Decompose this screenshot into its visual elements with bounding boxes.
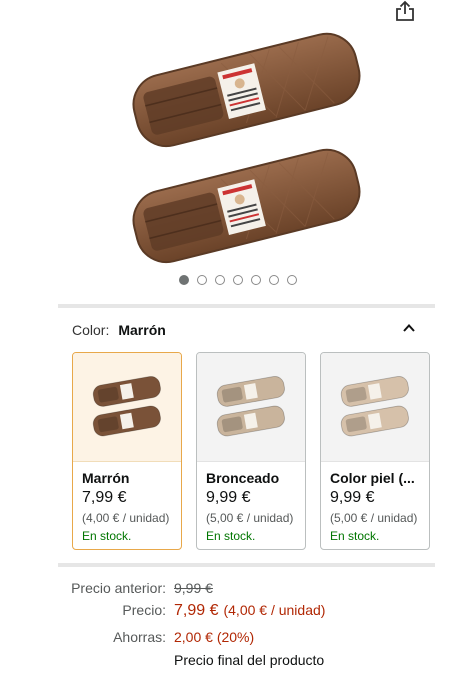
color-option-image (321, 353, 429, 461)
color-option-stock: En stock. (206, 529, 256, 543)
color-option-stock: En stock. (330, 529, 380, 543)
selected-color: Marrón (118, 322, 166, 338)
carousel-dot[interactable] (214, 275, 225, 285)
share-button[interactable] (393, 0, 417, 22)
share-icon (396, 0, 414, 21)
color-option[interactable]: Bronceado 9,99 € (5,00 € / unidad) En stock… (196, 352, 306, 550)
image-carousel-dots[interactable] (0, 275, 475, 285)
product-image[interactable] (118, 26, 373, 266)
color-option-name: Marrón (82, 470, 130, 486)
color-option-image (197, 353, 305, 461)
color-option-price: 7,99 € (82, 489, 127, 506)
color-option-name: Bronceado (206, 470, 280, 486)
section-divider (58, 563, 435, 567)
section-divider (58, 304, 435, 308)
color-option[interactable]: Color piel (... 9,99 € (5,00 € / unidad) En… (320, 352, 430, 550)
color-option-price: 9,99 € (330, 489, 375, 506)
chevron-up-icon[interactable] (402, 321, 416, 335)
color-option[interactable]: Marrón 7,99 € (4,00 € / unidad) En stock. (72, 352, 182, 550)
color-selector-header[interactable]: Color: Marrón (72, 320, 422, 340)
color-option-name: Color piel (... (330, 470, 415, 486)
color-label: Color: (72, 322, 110, 338)
color-option-price: 9,99 € (206, 489, 251, 506)
final-price-note: Precio final del producto (174, 652, 325, 668)
savings-value: 2,00 € (20%) (174, 629, 255, 645)
unit-price: (4,00 € / unidad) (223, 602, 326, 618)
savings-label: Ahorras: (113, 629, 166, 645)
carousel-dot[interactable] (232, 275, 243, 285)
carousel-dot[interactable] (196, 275, 207, 285)
color-option-image (73, 353, 181, 461)
carousel-dot[interactable] (268, 275, 279, 285)
carousel-dot[interactable] (178, 275, 189, 285)
previous-price-label: Precio anterior: (71, 580, 166, 596)
price-label: Precio: (122, 602, 166, 618)
color-option-stock: En stock. (82, 529, 132, 543)
carousel-dot[interactable] (286, 275, 297, 285)
color-option-unit-price: (5,00 € / unidad) (330, 511, 418, 525)
color-option-unit-price: (4,00 € / unidad) (82, 511, 170, 525)
carousel-dot[interactable] (250, 275, 261, 285)
color-swatches: Marrón 7,99 € (4,00 € / unidad) En stock. Br… (72, 352, 430, 550)
color-option-unit-price: (5,00 € / unidad) (206, 511, 294, 525)
previous-price: 9,99 € (174, 580, 213, 596)
current-price: 7,99 € (174, 602, 219, 619)
